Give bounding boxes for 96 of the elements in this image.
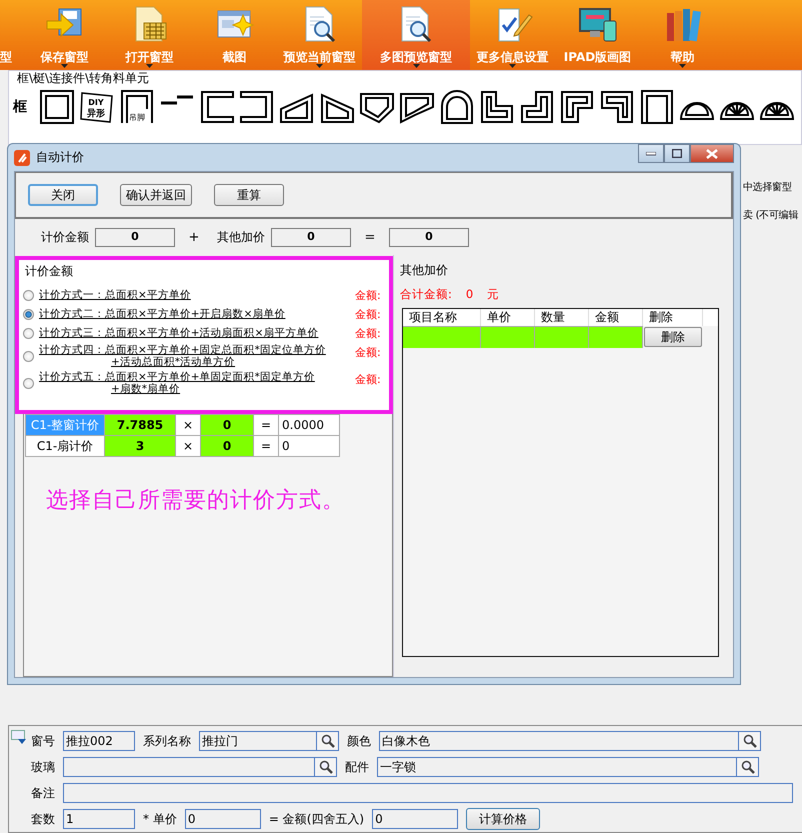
- amount-label: 金额:: [355, 288, 381, 303]
- radio-button[interactable]: [23, 290, 34, 300]
- dialog-button[interactable]: 关闭: [28, 184, 98, 206]
- frame-shape-icon[interactable]: [239, 89, 275, 125]
- frame-shape-icon[interactable]: [599, 89, 635, 125]
- row-name[interactable]: C1-扇计价: [26, 436, 104, 456]
- total-unit: 元: [487, 287, 500, 302]
- dialog-button[interactable]: 确认并返回: [120, 184, 192, 206]
- sum-label: 计价金额: [41, 228, 89, 246]
- frame-shape-icon[interactable]: [199, 89, 235, 125]
- amount-label: 金额:: [355, 345, 381, 360]
- minimize-button[interactable]: [638, 144, 664, 163]
- price-cell[interactable]: 0: [200, 436, 254, 456]
- search-icon: [320, 734, 334, 748]
- radio-button[interactable]: [23, 378, 34, 388]
- row-label: 框: [12, 98, 28, 116]
- palette-title: 框\梃\连接件\转角料单元: [16, 71, 150, 85]
- search-button[interactable]: [737, 757, 759, 777]
- grid-cell[interactable]: [481, 326, 535, 348]
- field-label: 配件: [345, 758, 369, 776]
- result-cell: 0: [278, 436, 340, 456]
- minimize-icon: [646, 152, 656, 156]
- operator-sign: =: [254, 436, 278, 456]
- quantity-cell: 7.7885: [104, 414, 176, 436]
- field-label: 备注: [31, 784, 56, 802]
- search-icon: [742, 734, 756, 748]
- operator-sign: ×: [176, 414, 200, 436]
- operator-sign: =: [254, 414, 278, 436]
- grid-cell[interactable]: [535, 326, 589, 348]
- result-cell: 0.0000: [278, 414, 340, 436]
- input-field[interactable]: [63, 757, 315, 777]
- option-label[interactable]: 计价方式一：总面积×平方单价: [39, 289, 355, 301]
- close-button[interactable]: [690, 144, 734, 163]
- radio-button[interactable]: [23, 308, 34, 320]
- option-label[interactable]: 计价方式二：总面积×平方单价+开启扇数×扇单价: [39, 308, 355, 320]
- operator-sign: ×: [176, 436, 200, 456]
- field-label: 窗号: [31, 732, 56, 750]
- input-field[interactable]: 推拉002: [63, 731, 135, 751]
- amount-label: 金额:: [355, 326, 381, 341]
- delete-button[interactable]: 删除: [644, 327, 702, 347]
- price-cell[interactable]: 0: [200, 414, 254, 436]
- field-label: 系列名称: [143, 732, 191, 750]
- maximize-icon: [672, 149, 682, 158]
- amount-field: 0: [95, 228, 175, 246]
- input-field[interactable]: [63, 783, 793, 803]
- radio-button[interactable]: [23, 328, 34, 338]
- input-field[interactable]: 1: [63, 809, 135, 829]
- option-label[interactable]: 计价方式三：总面积×平方单价+活动扇面积×扇平方单价: [39, 327, 355, 339]
- radio-button[interactable]: [23, 350, 34, 362]
- amount-field: 0: [271, 228, 351, 246]
- grid-cell[interactable]: [589, 326, 643, 348]
- amount-label: 金额:: [355, 307, 381, 322]
- input-field[interactable]: 0: [184, 809, 261, 829]
- annotation-text: 选择自己所需要的计价方式。: [45, 487, 346, 515]
- maximize-button[interactable]: [664, 144, 690, 163]
- field-label: 玻璃: [31, 758, 56, 776]
- grid-cell[interactable]: [403, 326, 481, 348]
- input-field[interactable]: 一字锁: [377, 757, 737, 777]
- frame-shape-icon[interactable]: [39, 89, 75, 125]
- amount-field: 0: [389, 228, 469, 246]
- field-label: = 金额(四舍五入): [268, 810, 364, 828]
- input-field[interactable]: 0: [372, 809, 458, 829]
- total-label: 合计金额:: [400, 287, 452, 302]
- dialog-button[interactable]: 重算: [214, 184, 284, 206]
- search-button[interactable]: [317, 731, 339, 751]
- search-button[interactable]: [739, 731, 761, 751]
- frame-shape-icon[interactable]: [519, 89, 555, 125]
- operator-sign: +: [188, 230, 200, 244]
- sum-label: 其他加价: [217, 228, 265, 246]
- quantity-cell: 3: [104, 436, 176, 456]
- option-label[interactable]: 计价方式四：总面积×平方单价+固定总面积*固定位单方价 +活动总面积*活动单方价: [39, 344, 355, 368]
- field-label: 颜色: [347, 732, 371, 750]
- frame-shape-icon[interactable]: [559, 89, 595, 125]
- close-icon: [706, 148, 718, 158]
- input-field[interactable]: 推拉门: [199, 731, 317, 751]
- frame-shape-icon[interactable]: [479, 89, 515, 125]
- total-value: 0: [466, 287, 474, 302]
- column-header: 删除: [643, 309, 703, 326]
- panel-text: 卖 (不可编辑: [743, 208, 800, 222]
- calculate-button[interactable]: 计算价格: [466, 808, 540, 830]
- search-button[interactable]: [315, 757, 337, 777]
- frame-shape-icon[interactable]: [639, 89, 675, 125]
- field-label: * 单价: [143, 810, 177, 828]
- amount-label: 金额:: [355, 372, 381, 387]
- option-label[interactable]: 计价方式五：总面积×平方单价+单固定面积*固定单方价 +扇数*扇单价: [39, 371, 355, 395]
- frame-shape-icon[interactable]: [439, 89, 475, 125]
- app-icon: [14, 150, 30, 166]
- search-icon: [740, 760, 754, 774]
- window-title: 自动计价: [36, 149, 84, 166]
- group-legend: 其他加价: [396, 257, 725, 287]
- input-field[interactable]: 白像木色: [379, 731, 739, 751]
- custom-shape-icon[interactable]: DIY 异形: [79, 89, 115, 125]
- search-icon: [318, 760, 332, 774]
- operator-sign: =: [364, 230, 376, 244]
- field-label: 套数: [31, 810, 56, 828]
- panel-text: 中选择窗型: [743, 180, 793, 194]
